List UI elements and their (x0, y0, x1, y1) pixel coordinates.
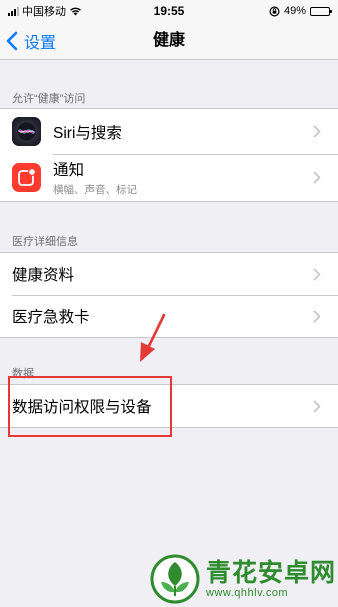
status-right: 49% (269, 5, 332, 17)
battery-percent: 49% (283, 5, 306, 17)
watermark-url: www.qhhlv.com (206, 586, 289, 599)
battery-icon (310, 6, 332, 16)
chevron-right-icon (310, 399, 324, 413)
medical-id-label: 医疗急救卡 (12, 309, 90, 326)
watermark-title: 青花安卓网 (206, 558, 337, 587)
section-header-data: 数据 (12, 368, 34, 380)
settings-group-data: 数据访问权限与设备 (0, 384, 338, 428)
data-access-devices-label: 数据访问权限与设备 (12, 399, 152, 416)
siri-icon (12, 117, 41, 146)
status-left: 中国移动 (8, 3, 269, 19)
status-bar: 中国移动 19:55 49% (0, 0, 338, 22)
chevron-right-icon (310, 267, 324, 281)
health-profile-label: 健康资料 (12, 267, 75, 284)
section-header-medical-details: 医疗详细信息 (12, 236, 78, 248)
site-watermark: 青花安卓网 www.qhhlv.com (150, 550, 338, 607)
chevron-right-icon (310, 309, 324, 323)
navigation-bar: 设置 健康 (0, 22, 338, 60)
chevron-right-icon (310, 171, 324, 185)
notifications-icon (12, 163, 41, 192)
carrier-label: 中国移动 (22, 6, 66, 18)
page-title: 健康 (152, 32, 185, 49)
settings-group-allow-access: Siri与搜索 通知 横幅、声音、标记 (0, 108, 338, 202)
section-header-allow-access: 允许“健康”访问 (12, 93, 86, 105)
notifications-label: 通知 (53, 162, 85, 179)
notifications-row[interactable]: 通知 横幅、声音、标记 (0, 154, 338, 201)
health-profile-row[interactable]: 健康资料 (0, 253, 338, 295)
data-access-devices-row[interactable]: 数据访问权限与设备 (0, 385, 338, 427)
notifications-subtitle: 横幅、声音、标记 (53, 184, 137, 196)
cellular-signal-icon (8, 6, 19, 16)
wifi-icon (70, 7, 81, 16)
settings-group-medical-details: 健康资料 医疗急救卡 (0, 252, 338, 338)
siri-search-label: Siri与搜索 (53, 124, 122, 142)
medical-id-row[interactable]: 医疗急救卡 (0, 295, 338, 337)
watermark-logo (150, 554, 200, 603)
chevron-right-icon (310, 125, 324, 139)
siri-search-row[interactable]: Siri与搜索 (0, 109, 338, 154)
orientation-lock-icon (269, 5, 280, 17)
